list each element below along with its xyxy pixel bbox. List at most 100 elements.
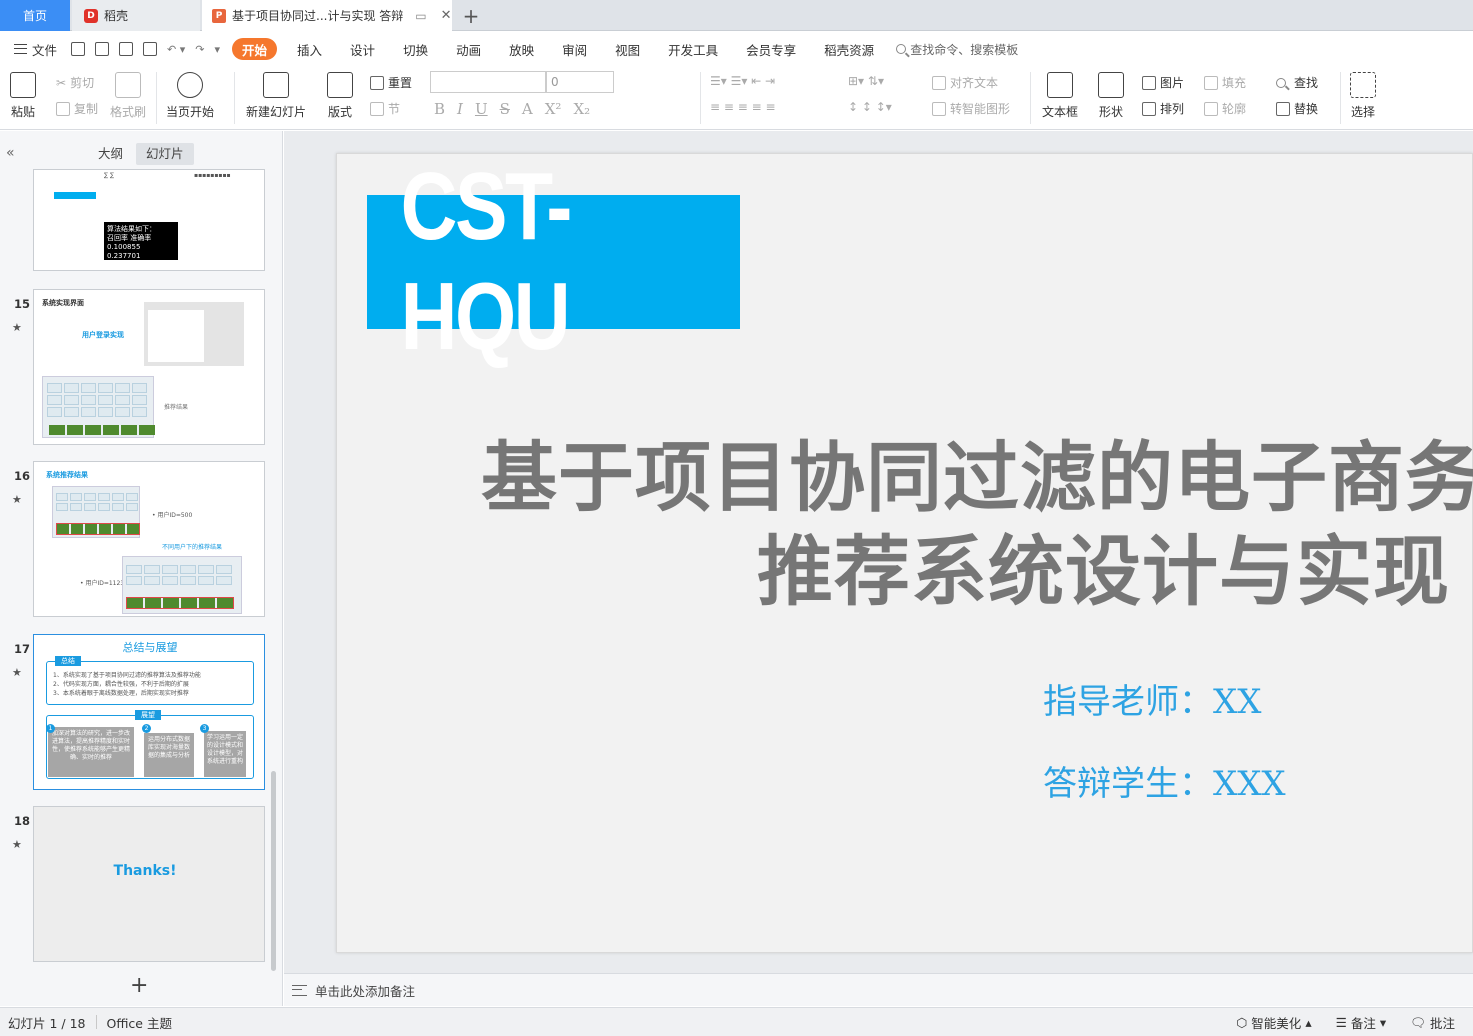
picture-button[interactable]: 图片 [1142,74,1184,91]
close-icon[interactable]: ✕ [441,8,452,23]
layout-button[interactable]: 版式 [327,72,353,120]
print-preview-icon[interactable] [143,42,158,56]
superscript-icon[interactable]: X² [545,100,562,118]
textbox-button[interactable]: 文本框 [1042,72,1078,120]
menu-daoke-resources[interactable]: 稻壳资源 [810,38,888,60]
format-painter-label: 格式刷 [110,105,147,119]
bold-icon[interactable]: B [434,100,445,118]
student-text[interactable]: 答辩学生：XXX [1043,756,1286,805]
find-button[interactable]: 查找 [1276,74,1318,91]
slide-thumbnail-16[interactable]: 系统推荐结果 • 用户ID=500 不同用户下的推荐结果 • 用户ID=1123 [33,461,265,617]
line-spacing-button[interactable]: ↕ ↕ ↕▾ [848,100,892,114]
select-button[interactable]: 选择 [1350,72,1376,120]
subscript-icon[interactable]: X₂ [573,100,590,118]
current-slide[interactable]: CST-HQU 基于项目协同过滤的电子商务 推荐系统设计与实现 指导老师：XX … [336,153,1473,953]
italic-icon[interactable]: I [457,100,463,118]
thumbnail-scrollbar[interactable] [271,771,276,971]
slide-thumbnail-17[interactable]: 总结与展望 总结 1、系统实现了基于项目协同过滤的推荐算法及推荐功能 2、代码实… [33,634,265,790]
underline-icon[interactable]: U [475,100,488,118]
menu-animation[interactable]: 动画 [442,38,495,60]
logo-box[interactable]: CST-HQU [367,153,740,370]
advisor-text[interactable]: 指导老师：XX [1043,674,1261,723]
notes-pane[interactable]: 单击此处添加备注 [284,973,1473,1006]
menu-developer[interactable]: 开发工具 [654,38,732,60]
comments-button[interactable]: 🗨 批注 [1410,1013,1455,1032]
thumbnail-result-screenshot-2 [122,556,242,614]
new-tab-button[interactable]: + [458,0,484,31]
slide-title-line-2[interactable]: 推荐系统设计与实现 [757,510,1450,620]
arrange-button[interactable]: 排列 [1142,100,1184,117]
menu-review[interactable]: 审阅 [548,38,601,60]
tab-document[interactable]: P 基于项目协同过...计与实现 答辩 ▭ ✕ [202,0,452,31]
export-icon[interactable] [95,42,110,56]
product-grid [47,383,147,417]
text-direction-button[interactable]: ⊞▾ ⇅▾ [848,74,884,88]
theme-name[interactable]: Office 主题 [107,1013,172,1032]
slide-thumbnail-14[interactable]: ∑ ∑ ▪▪▪▪▪▪▪▪▪ 算法结果如下： 召回率 准确率 0.100855 0… [33,169,265,271]
format-painter-button[interactable]: 格式刷 [110,72,146,120]
outline-label: 轮廓 [1222,102,1247,116]
save-icon[interactable] [71,42,86,56]
tab-daoke[interactable]: D 稻壳 [72,0,200,31]
replace-button[interactable]: 替换 [1276,100,1318,117]
menu-transition[interactable]: 切换 [389,38,442,60]
tab-document-title: 基于项目协同过...计与实现 答辩 [232,9,404,23]
copy-button[interactable]: 复制 [56,100,98,117]
reset-button[interactable]: 重置 [370,74,412,91]
font-family-select[interactable] [430,71,546,93]
align-text-button[interactable]: 对齐文本 [932,74,998,91]
menu-design[interactable]: 设计 [336,38,389,60]
shape-button[interactable]: 形状 [1098,72,1124,120]
play-current-button[interactable]: 当页开始 [166,72,214,120]
tab-home[interactable]: 首页 [0,0,70,31]
print-icon[interactable] [119,42,134,56]
menu-insert[interactable]: 插入 [283,38,336,60]
strikethrough-icon[interactable]: S [500,100,510,118]
bullets-button[interactable]: ☰▾ ☰▾ ⇤ ⇥ [710,74,775,88]
align-text-label: 对齐文本 [950,76,999,90]
fill-button[interactable]: 填充 [1204,74,1246,91]
login-card [148,310,204,362]
new-slide-label: 新建幻灯片 [246,105,307,119]
cut-button[interactable]: ✂ 剪切 [56,74,94,91]
redo-icon[interactable]: ↷ [195,43,204,56]
paste-button[interactable]: 粘贴 [10,72,36,120]
paragraph-align-group[interactable]: ≡ ≡ ≡ ≡ ≡ [710,100,776,114]
pin-icon[interactable]: ▭ [415,9,426,23]
play-icon [177,72,203,98]
undo-icon[interactable]: ↶ ▾ [167,43,185,56]
slide-thumbnail-15[interactable]: 系统实现界面 用户登录实现 推荐结果 [33,289,265,445]
menu-view[interactable]: 视图 [601,38,654,60]
product-grid [126,565,232,585]
thumbnail-caption: 推荐结果 [164,404,189,411]
thumbnail-title: 系统实现界面 [42,299,84,307]
smart-beautify-button[interactable]: ⬡ 智能美化 ▴ [1236,1013,1311,1032]
customize-icon[interactable]: ▾ [214,43,220,56]
add-slide-button[interactable]: + [130,973,148,998]
find-icon [1276,77,1286,88]
tab-outline[interactable]: 大纲 [88,143,133,165]
menu-start[interactable]: 开始 [232,38,278,60]
notes-toggle-button[interactable]: ☰ 备注 ▾ [1336,1013,1387,1032]
outline-icon [1204,101,1218,116]
font-color-icon[interactable]: A [522,100,533,118]
collapse-panel-icon[interactable]: « [6,145,15,161]
new-slide-button[interactable]: 新建幻灯片 [246,72,306,120]
summary-box: 总结 1、系统实现了基于项目协同过滤的推荐算法及推荐功能 2、代码实现方面，耦合… [46,656,254,705]
menu-member[interactable]: 会员专享 [732,38,810,60]
smart-graphic-button[interactable]: 转智能图形 [932,100,1010,117]
file-menu[interactable]: 文件 [0,40,57,59]
replace-icon [1276,101,1290,116]
picture-icon [1142,75,1156,90]
outlook-label: 展望 [135,710,161,720]
slide-thumbnail-18[interactable]: Thanks! [33,806,265,962]
smart-graphic-icon [932,101,946,116]
thumbnail-text: ▪▪▪▪▪▪▪▪▪ [194,172,231,179]
section-button[interactable]: 节 [370,100,400,117]
font-size-select[interactable]: 0 [546,71,614,93]
outline-button[interactable]: 轮廓 [1204,100,1246,117]
tab-slides[interactable]: 幻灯片 [136,143,194,165]
menu-slideshow[interactable]: 放映 [495,38,548,60]
new-slide-icon [263,72,289,98]
command-search[interactable]: 查找命令、搜索模板 [896,41,1018,58]
